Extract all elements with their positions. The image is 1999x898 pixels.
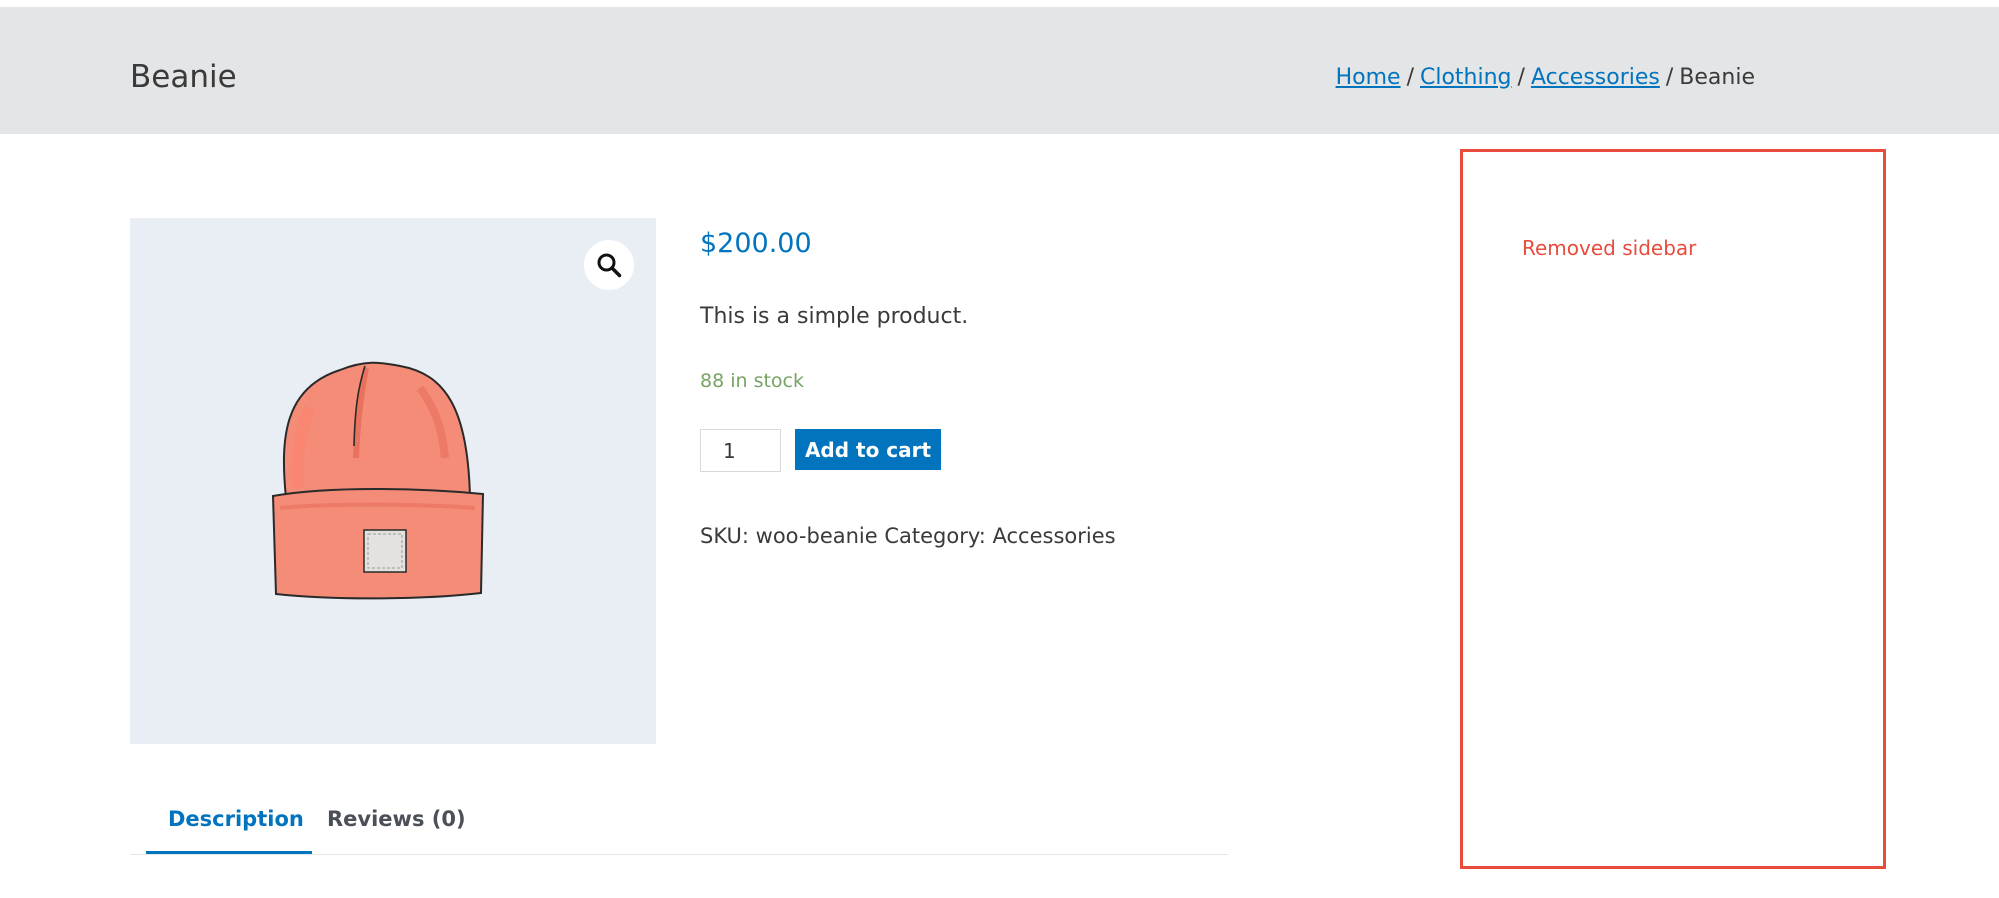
breadcrumb-accessories-link[interactable]: Accessories: [1531, 65, 1660, 90]
product-short-description: This is a simple product.: [700, 304, 969, 329]
quantity-input[interactable]: [700, 429, 781, 472]
breadcrumb-separator: /: [1517, 65, 1525, 90]
tab-description[interactable]: Description: [168, 807, 304, 831]
zoom-button[interactable]: [584, 240, 634, 290]
removed-sidebar: Removed sidebar: [1460, 149, 1886, 869]
beanie-hat-illustration: [271, 361, 485, 600]
product-price: $200.00: [700, 228, 812, 259]
product-page: Beanie Home / Clothing / Accessories / Beanie …: [0, 0, 1999, 898]
breadcrumb-separator: /: [1665, 65, 1674, 90]
page-header: Beanie Home / Clothing / Accessories / Beanie: [0, 7, 1999, 134]
magnifier-icon: [597, 253, 622, 278]
product-tabs: Description Reviews (0): [130, 805, 1228, 855]
breadcrumb-home-link[interactable]: Home: [1336, 65, 1401, 90]
page-title: Beanie: [130, 59, 237, 95]
tab-reviews[interactable]: Reviews (0): [327, 807, 466, 831]
stock-status: 88 in stock: [700, 370, 804, 392]
active-tab-indicator: [146, 851, 312, 854]
removed-sidebar-label: Removed sidebar: [1522, 236, 1697, 260]
breadcrumb-separator: /: [1406, 65, 1414, 90]
add-to-cart-button[interactable]: Add to cart: [795, 429, 941, 470]
breadcrumb: Home / Clothing / Accessories / Beanie: [1336, 65, 1755, 90]
product-image[interactable]: [130, 218, 656, 744]
breadcrumb-current: Beanie: [1679, 65, 1755, 90]
product-meta: SKU: woo-beanie Category: Accessories: [700, 524, 1116, 548]
breadcrumb-clothing-link[interactable]: Clothing: [1420, 65, 1512, 90]
